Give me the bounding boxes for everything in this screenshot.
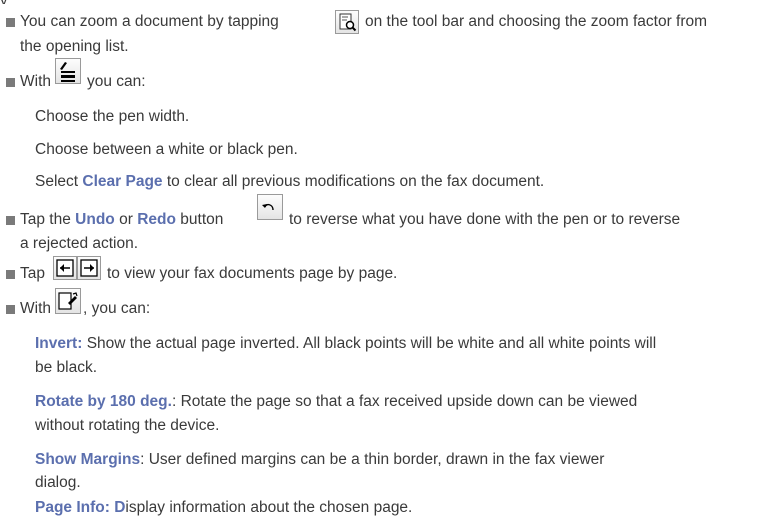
invert-label: Invert: bbox=[35, 335, 83, 352]
invert-line-2: be black. bbox=[35, 358, 97, 378]
zoom-text-line2: the opening list. bbox=[20, 38, 129, 55]
tools-line: With bbox=[20, 299, 51, 319]
rotate-text-2: without rotating the device. bbox=[35, 417, 220, 434]
bullet-tools bbox=[6, 305, 15, 314]
pages-text-after: to view your fax documents page by page. bbox=[107, 265, 398, 282]
undo-line-1: Tap the Undo or Redo button bbox=[20, 210, 223, 230]
zoom-button[interactable] bbox=[335, 10, 359, 34]
undo-line-1-after: to reverse what you have done with the p… bbox=[289, 210, 680, 230]
undo-button-word: button bbox=[180, 211, 224, 228]
pen-sub-2: Choose between a white or black pen. bbox=[35, 140, 298, 160]
margins-line-2: dialog. bbox=[35, 473, 81, 493]
page-info-label: Page Info: D bbox=[35, 499, 126, 516]
undo-text-line2: a rejected action. bbox=[20, 235, 139, 252]
pages-line: Tap bbox=[20, 264, 45, 284]
tools-text-after: , you can: bbox=[83, 300, 151, 317]
undo-button[interactable] bbox=[257, 194, 283, 220]
zoom-page-icon bbox=[339, 13, 357, 32]
margins-text-2: dialog. bbox=[35, 474, 81, 491]
undo-or: or bbox=[119, 211, 133, 228]
tools-line-after: , you can: bbox=[83, 299, 150, 319]
fragment-text: y bbox=[0, 0, 8, 4]
pen-settings-button[interactable] bbox=[55, 58, 81, 84]
margins-text-1: : User defined margins can be a thin bor… bbox=[140, 451, 605, 468]
pen-sub3-before: Select bbox=[35, 173, 79, 190]
margins-line-1: Show Margins: User defined margins can b… bbox=[35, 450, 604, 470]
undo-text-after: to reverse what you have done with the p… bbox=[289, 211, 681, 228]
bullet-zoom bbox=[6, 18, 15, 27]
bullet-pen bbox=[6, 78, 15, 87]
bullet-undo bbox=[6, 216, 15, 225]
bullet-pages bbox=[6, 270, 15, 279]
pen-line: With bbox=[20, 72, 51, 92]
previous-page-button[interactable] bbox=[53, 256, 77, 280]
rotate-line-1: Rotate by 180 deg.: Rotate the page so t… bbox=[35, 392, 637, 412]
next-page-icon bbox=[80, 259, 98, 277]
next-page-button[interactable] bbox=[77, 256, 101, 280]
undo-text-before: Tap the bbox=[20, 211, 71, 228]
pen-sub-3: Select Clear Page to clear all previous … bbox=[35, 172, 544, 192]
zoom-line-2: the opening list. bbox=[20, 37, 129, 57]
pen-text-after: you can: bbox=[87, 73, 146, 90]
previous-page-icon bbox=[56, 259, 74, 277]
zoom-line-1: You can zoom a document by tapping bbox=[20, 12, 279, 32]
undo-label: Undo bbox=[75, 211, 115, 228]
clear-page-label: Clear Page bbox=[82, 173, 163, 190]
pages-line-after: to view your fax documents page by page. bbox=[107, 264, 397, 284]
invert-text-1: Show the actual page inverted. All black… bbox=[86, 335, 657, 352]
clipped-text-fragment: y bbox=[0, 0, 40, 4]
invert-text-2: be black. bbox=[35, 359, 98, 376]
pageinfo-text: isplay information about the chosen page… bbox=[125, 499, 413, 516]
redo-label: Redo bbox=[137, 211, 176, 228]
pen-sub2-text: Choose between a white or black pen. bbox=[35, 141, 298, 158]
view-tools-button[interactable] bbox=[55, 288, 81, 314]
rotate-label: Rotate by 180 deg. bbox=[35, 393, 172, 410]
pageinfo-line: Page Info: Display information about the… bbox=[35, 498, 412, 518]
pages-text-before: Tap bbox=[20, 265, 45, 282]
tools-text-before: With bbox=[20, 300, 51, 317]
pen-settings-icon bbox=[60, 62, 75, 82]
pen-sub3-after: to clear all previous modifications on t… bbox=[166, 173, 545, 190]
pen-text-before: With bbox=[20, 73, 51, 90]
rotate-text-1: : Rotate the page so that a fax received… bbox=[171, 393, 638, 410]
undo-icon bbox=[262, 203, 274, 211]
zoom-line-1-after: on the tool bar and choosing the zoom fa… bbox=[365, 12, 707, 32]
pen-line-after: you can: bbox=[87, 72, 146, 92]
view-tools-icon bbox=[58, 292, 78, 310]
zoom-text-after: on the tool bar and choosing the zoom fa… bbox=[365, 13, 708, 30]
pen-sub1-text: Choose the pen width. bbox=[35, 108, 190, 125]
invert-line-1: Invert: Show the actual page inverted. A… bbox=[35, 334, 656, 354]
undo-line-2: a rejected action. bbox=[20, 234, 138, 254]
pen-sub-1: Choose the pen width. bbox=[35, 107, 189, 127]
zoom-text-before: You can zoom a document by tapping bbox=[20, 13, 279, 30]
show-margins-label: Show Margins bbox=[35, 451, 141, 468]
rotate-line-2: without rotating the device. bbox=[35, 416, 219, 436]
